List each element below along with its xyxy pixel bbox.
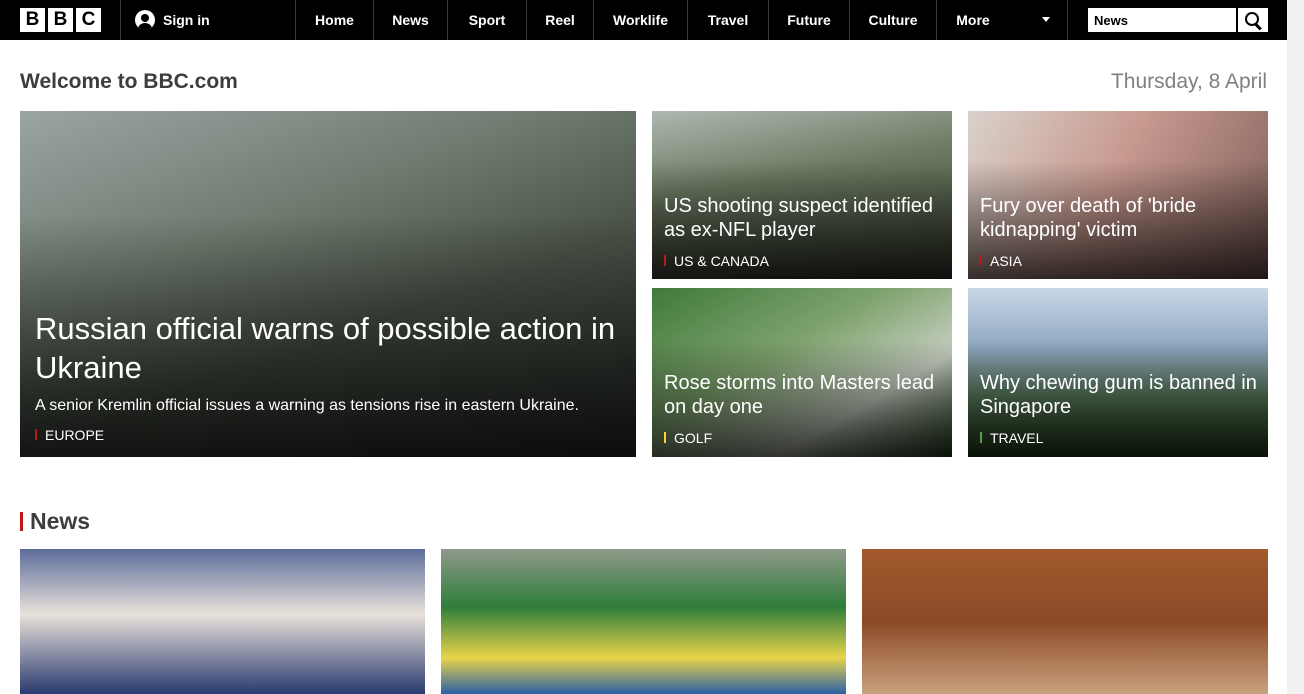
search-button[interactable] [1238, 8, 1268, 32]
nav-item-home[interactable]: Home [296, 0, 373, 40]
news-section-title[interactable]: News [20, 508, 90, 535]
story-headline[interactable]: Why chewing gum is banned in Singapore [980, 371, 1260, 419]
logo-letter-3: C [76, 8, 101, 32]
story-headline[interactable]: US shooting suspect identified as ex-NFL… [664, 194, 944, 242]
bbc-logo[interactable]: B B C [20, 8, 101, 32]
sign-in-link[interactable]: Sign in [135, 0, 210, 40]
logo-letter-2: B [48, 8, 73, 32]
nav-item-sport[interactable]: Sport [448, 0, 526, 40]
news-card-image[interactable] [20, 549, 425, 694]
story-summary: A senior Kremlin official issues a warni… [35, 397, 579, 414]
sign-in-label: Sign in [163, 12, 210, 28]
story-card[interactable]: Rose storms into Masters lead on day one… [652, 288, 952, 457]
story-card[interactable]: US shooting suspect identified as ex-NFL… [652, 111, 952, 279]
user-icon [135, 10, 155, 30]
story-section-tag[interactable]: EUROPE [35, 427, 104, 443]
nav-item-reel[interactable]: Reel [527, 0, 593, 40]
nav-item-culture[interactable]: Culture [850, 0, 936, 40]
current-date: Thursday, 8 April [1110, 70, 1267, 93]
story-section-tag[interactable]: US & CANADA [664, 253, 769, 269]
story-section-tag[interactable]: TRAVEL [980, 430, 1043, 446]
story-card[interactable]: Fury over death of 'bride kidnapping' vi… [968, 111, 1268, 279]
scrollbar[interactable] [1287, 0, 1304, 694]
story-headline[interactable]: Russian official warns of possible actio… [35, 309, 625, 387]
search-icon-handle [1255, 23, 1262, 31]
nav-item-more[interactable]: More [937, 0, 1009, 40]
story-section-tag[interactable]: GOLF [664, 430, 712, 446]
logo-letter-1: B [20, 8, 45, 32]
story-card[interactable]: Why chewing gum is banned in Singapore T… [968, 288, 1268, 457]
news-card-image[interactable] [862, 549, 1268, 694]
nav-item-travel[interactable]: Travel [688, 0, 768, 40]
story-headline[interactable]: Rose storms into Masters lead on day one [664, 371, 944, 419]
nav-divider [120, 0, 121, 40]
page-title: Welcome to BBC.com [20, 70, 238, 93]
story-section-tag[interactable]: ASIA [980, 253, 1022, 269]
search-input[interactable] [1088, 8, 1236, 32]
nav-divider [1067, 0, 1068, 40]
top-navigation: B B C Sign in Home News Sport Reel Workl… [0, 0, 1287, 40]
story-headline[interactable]: Fury over death of 'bride kidnapping' vi… [980, 194, 1260, 242]
nav-item-news[interactable]: News [374, 0, 447, 40]
nav-item-future[interactable]: Future [769, 0, 849, 40]
chevron-down-icon[interactable] [1042, 17, 1050, 22]
news-card-image[interactable] [441, 549, 846, 694]
top-story-card[interactable]: Russian official warns of possible actio… [20, 111, 636, 457]
nav-item-worklife[interactable]: Worklife [594, 0, 687, 40]
